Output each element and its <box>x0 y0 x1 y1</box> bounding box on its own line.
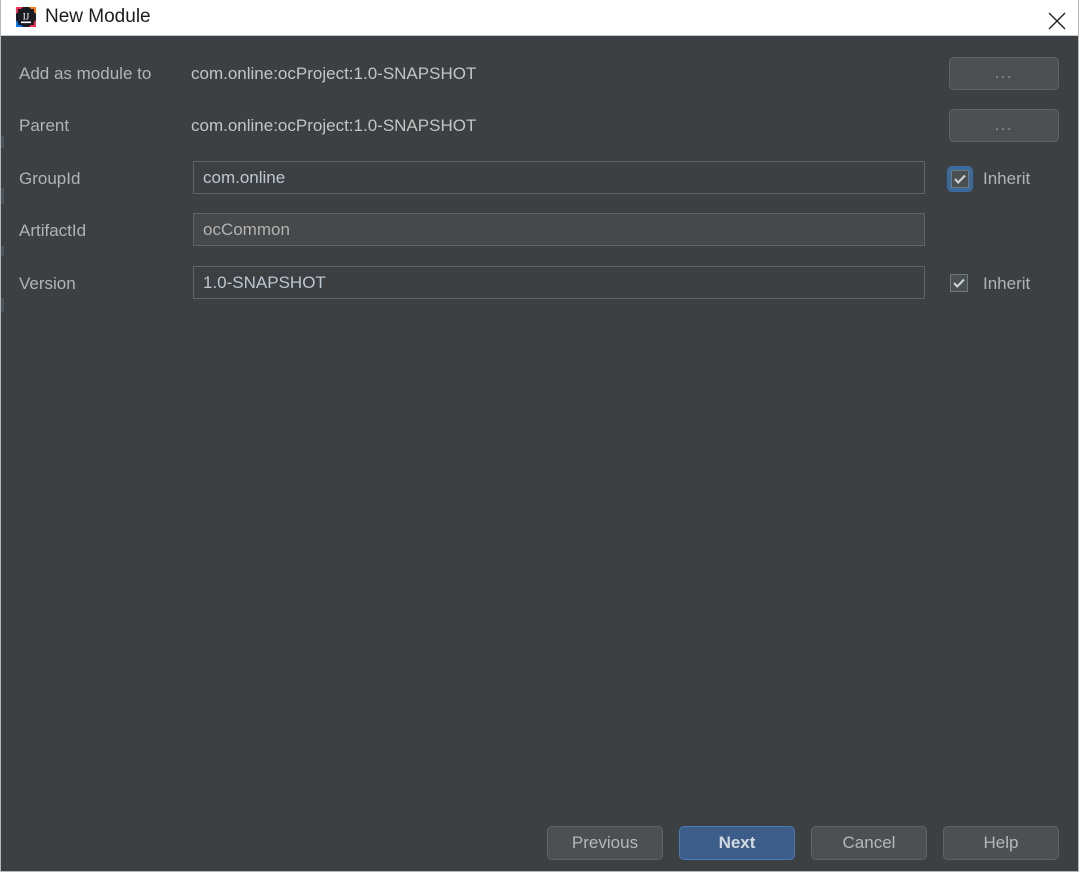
field-label: ArtifactId <box>19 221 87 240</box>
field-label: Parent <box>19 116 70 135</box>
artifactid-input[interactable]: ocCommon <box>193 213 925 246</box>
version-input[interactable]: 1.0-SNAPSHOT <box>193 266 925 299</box>
intellij-idea-icon: IJ <box>15 6 37 28</box>
previous-button[interactable]: Previous <box>547 826 663 860</box>
form-row-artifactid: ArtifactId ocCommon <box>1 209 1078 253</box>
help-button[interactable]: Help <box>943 826 1059 860</box>
dialog-body: Add as module to com.online:ocProject:1.… <box>1 36 1078 871</box>
inherit-groupid-label: Inherit <box>983 169 1031 188</box>
field-label: GroupId <box>19 169 81 188</box>
field-label: Version <box>19 274 76 293</box>
dialog-title: New Module <box>45 6 151 27</box>
inherit-version-label: Inherit <box>983 274 1031 293</box>
browse-button-add-as-module-to[interactable]: ... <box>949 57 1059 90</box>
field-value: com.online:ocProject:1.0-SNAPSHOT <box>191 64 477 83</box>
form-row-version: Version 1.0-SNAPSHOT Inherit <box>1 262 1078 306</box>
form-row-parent: Parent com.online:ocProject:1.0-SNAPSHOT… <box>1 104 1078 148</box>
new-module-dialog: IJ New Module Add as module to com.onlin… <box>0 0 1079 872</box>
next-button[interactable]: Next <box>679 826 795 860</box>
form-row-groupid: GroupId com.online Inherit <box>1 157 1078 201</box>
field-value: com.online:ocProject:1.0-SNAPSHOT <box>191 116 477 135</box>
field-label: Add as module to <box>19 64 152 83</box>
checkmark-icon <box>954 174 966 185</box>
inherit-version-checkbox[interactable] <box>947 271 973 297</box>
inherit-groupid-checkbox[interactable] <box>947 166 973 192</box>
form-row-add-as-module-to: Add as module to com.online:ocProject:1.… <box>1 52 1078 96</box>
close-icon[interactable] <box>1034 0 1078 35</box>
browse-button-parent[interactable]: ... <box>949 109 1059 142</box>
groupid-input[interactable]: com.online <box>193 161 925 194</box>
title-bar: IJ New Module <box>1 0 1078 36</box>
checkmark-icon <box>953 278 965 289</box>
cancel-button[interactable]: Cancel <box>811 826 927 860</box>
svg-text:IJ: IJ <box>23 12 30 22</box>
